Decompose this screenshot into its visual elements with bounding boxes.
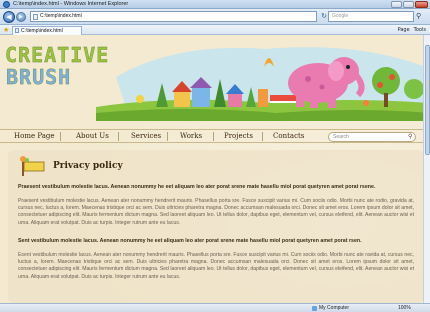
browser-tab[interactable]: C:\temp\index.html	[12, 26, 82, 35]
logo-line-1[interactable]: CREATIVE	[5, 43, 109, 67]
paragraph-1: Praesent vestibulum molestie lacus. Aene…	[18, 198, 414, 226]
house	[192, 87, 210, 107]
address-actions: ↻	[320, 12, 328, 21]
scrollbar-thumb[interactable]	[425, 45, 430, 155]
nav-divider	[262, 132, 263, 141]
elephant-eye	[346, 65, 350, 69]
nav-services[interactable]: Services	[131, 131, 161, 142]
forward-button[interactable]: ▶	[16, 12, 26, 22]
address-input[interactable]: C:\temp\index.html	[30, 11, 317, 22]
tools-menu[interactable]: Tools	[414, 26, 426, 34]
signpost-icon	[20, 156, 45, 176]
site-search-placeholder: Search	[333, 134, 349, 140]
elephant-spot	[305, 76, 311, 82]
logo-line-2[interactable]: BRUSH	[6, 65, 71, 89]
nav-divider	[60, 132, 61, 141]
paragraph-2: Esent vestibulum molestie lacus. Aenean …	[18, 252, 414, 280]
round-tree	[404, 79, 424, 99]
nav-contacts[interactable]: Contacts	[273, 131, 304, 142]
house	[228, 93, 242, 107]
browser-tab-label: C:\temp\index.html	[21, 28, 63, 34]
back-button[interactable]: ◀	[3, 11, 15, 23]
flower	[363, 100, 369, 106]
nav-divider	[213, 132, 214, 141]
elephant-ear	[328, 61, 344, 81]
browser-search-placeholder: Google	[332, 13, 349, 19]
browser-search-input[interactable]: Google	[328, 11, 414, 22]
web-page: CREATIVE BRUSH Home Page About Us Servic…	[0, 35, 430, 303]
refresh-icon[interactable]: ↻	[320, 12, 328, 21]
status-bar: My Computer 100%	[0, 303, 430, 312]
elephant-leg	[328, 96, 336, 108]
address-url: C:\temp\index.html	[40, 13, 82, 19]
round-tree	[372, 67, 400, 95]
elephant-spot	[319, 84, 325, 90]
nav-works[interactable]: Works	[180, 131, 202, 142]
window-title: C:\temp\index.html - Windows Internet Ex…	[13, 1, 129, 7]
maximize-button[interactable]	[403, 1, 414, 8]
window-controls	[391, 1, 428, 8]
site-nav: Home Page About Us Services Works Projec…	[0, 129, 430, 143]
address-toolbar: ◀ ▶ C:\temp\index.html ↻ Google ⚲	[0, 9, 430, 25]
zoom-level[interactable]: 100%	[398, 304, 411, 312]
apple	[389, 74, 395, 80]
forward-arrow-icon: ▶	[19, 14, 23, 20]
content-panel: Privacy policy Praesent vestibulum moles…	[8, 150, 424, 303]
close-button[interactable]	[415, 1, 428, 8]
tree-trunk	[384, 93, 388, 107]
computer-icon	[312, 305, 317, 311]
nav-about[interactable]: About Us	[76, 131, 109, 142]
house	[174, 91, 190, 107]
nav-projects[interactable]: Projects	[224, 131, 253, 142]
fence	[270, 95, 296, 101]
apple	[377, 82, 383, 88]
window-titlebar: C:\temp\index.html - Windows Internet Ex…	[0, 0, 430, 9]
tab-page-icon	[15, 28, 19, 33]
zone-label: My Computer	[319, 305, 350, 311]
favorites-star-icon[interactable]: ★	[3, 25, 9, 35]
page-menu[interactable]: Page	[398, 26, 410, 34]
fence-rail	[270, 101, 296, 103]
nav-divider	[167, 132, 168, 141]
intro-bold-1: Praesent vestibulum molestie lacus. Aene…	[18, 184, 376, 190]
site-header: CREATIVE BRUSH	[0, 35, 430, 121]
nav-home[interactable]: Home Page	[14, 131, 55, 142]
site-search-icon[interactable]: ⚲	[408, 132, 412, 141]
page-icon	[33, 14, 38, 20]
security-zone: My Computer	[312, 304, 349, 312]
back-arrow-icon: ◀	[6, 13, 12, 21]
command-bar: Page Tools	[398, 26, 426, 34]
minimize-button[interactable]	[391, 1, 402, 8]
flower	[136, 95, 144, 103]
search-magnifier-icon[interactable]: ⚲	[416, 12, 421, 21]
paint-tube	[258, 89, 268, 107]
page-title: Privacy policy	[53, 161, 123, 171]
elephant-leg	[310, 97, 318, 108]
vertical-scrollbar[interactable]	[423, 35, 430, 303]
site-search-input[interactable]: Search	[328, 132, 416, 142]
ie-logo-icon	[3, 1, 10, 8]
favorites-bar: ★ C:\temp\index.html Page Tools	[0, 25, 430, 35]
header-illustration	[96, 47, 430, 121]
nav-divider	[118, 132, 119, 141]
elephant-leg	[296, 95, 304, 107]
intro-bold-2: Sent vestibulum molestie lacus. Aenean n…	[18, 238, 362, 244]
